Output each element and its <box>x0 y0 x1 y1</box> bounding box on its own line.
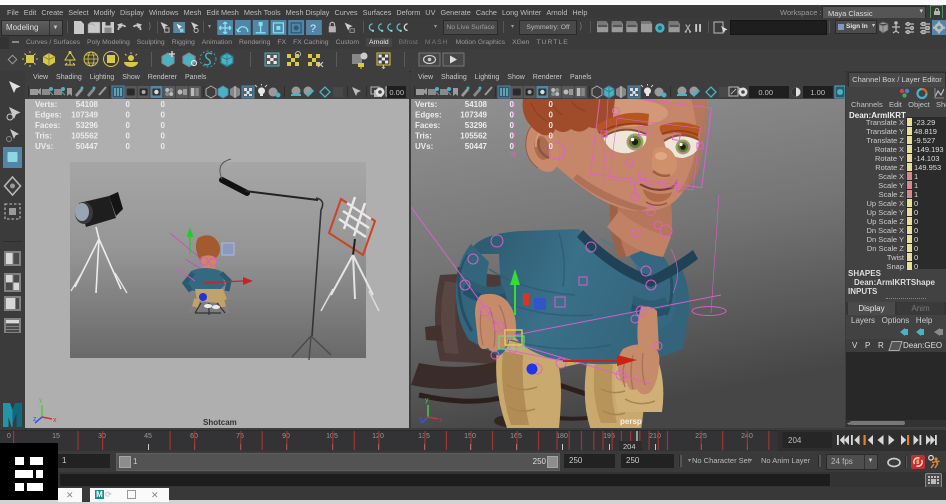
svg-text:107349: 107349 <box>460 111 487 120</box>
svg-text:0: 0 <box>161 121 166 130</box>
svg-text:x: x <box>53 417 57 424</box>
svg-text:0: 0 <box>126 121 131 130</box>
svg-text:Edges:: Edges: <box>415 111 442 120</box>
svg-text:1.00: 1.00 <box>810 88 825 97</box>
svg-text:90: 90 <box>282 433 290 440</box>
svg-text:180: 180 <box>556 433 568 440</box>
svg-text:50447: 50447 <box>465 142 488 151</box>
svg-text:135: 135 <box>418 433 430 440</box>
svg-text:0: 0 <box>510 132 515 141</box>
svg-text:0: 0 <box>510 142 515 151</box>
svg-text:0: 0 <box>549 100 554 109</box>
svg-text:54108: 54108 <box>76 100 99 109</box>
svg-text:z: z <box>33 416 37 423</box>
svg-text:Faces:: Faces: <box>415 121 440 130</box>
svg-text:?: ? <box>310 23 316 35</box>
svg-text:204: 204 <box>623 442 636 451</box>
svg-text:107349: 107349 <box>71 111 98 120</box>
svg-text:Faces:: Faces: <box>35 121 60 130</box>
svg-text:120: 120 <box>372 433 384 440</box>
svg-text:0: 0 <box>549 111 554 120</box>
svg-text:0: 0 <box>549 142 554 151</box>
svg-text:105562: 105562 <box>460 132 487 141</box>
svg-text:60: 60 <box>190 433 198 440</box>
svg-text:0: 0 <box>549 132 554 141</box>
svg-text:Verts:: Verts: <box>35 100 57 109</box>
svg-text:0: 0 <box>549 121 554 130</box>
svg-text:165: 165 <box>510 433 522 440</box>
svg-text:0: 0 <box>510 111 515 120</box>
svg-text:0: 0 <box>161 142 166 151</box>
svg-text:53296: 53296 <box>76 121 99 130</box>
svg-text:z: z <box>419 416 423 423</box>
svg-text:0.00: 0.00 <box>758 88 773 97</box>
svg-text:204: 204 <box>788 436 802 445</box>
svg-text:105562: 105562 <box>71 132 98 141</box>
svg-text:x: x <box>439 417 443 424</box>
svg-text:Shotcam: Shotcam <box>203 418 237 427</box>
svg-text:UVs:: UVs: <box>35 142 53 151</box>
svg-text:0.00: 0.00 <box>389 88 404 97</box>
svg-text:0: 0 <box>7 433 11 440</box>
svg-text:0: 0 <box>161 132 166 141</box>
svg-text:0: 0 <box>161 111 166 120</box>
svg-text:0: 0 <box>126 100 131 109</box>
svg-text:y: y <box>39 397 43 404</box>
svg-text:45: 45 <box>144 433 152 440</box>
svg-text:150: 150 <box>464 433 476 440</box>
svg-text:Tris:: Tris: <box>35 132 52 141</box>
svg-text:15: 15 <box>52 433 60 440</box>
svg-text:0: 0 <box>126 132 131 141</box>
svg-text:0: 0 <box>126 142 131 151</box>
svg-text:Edges:: Edges: <box>35 111 62 120</box>
svg-text:54108: 54108 <box>465 100 488 109</box>
svg-text:105: 105 <box>326 433 338 440</box>
svg-text:53296: 53296 <box>465 121 488 130</box>
svg-text:195: 195 <box>603 433 615 440</box>
svg-text:50447: 50447 <box>76 142 99 151</box>
svg-text:210: 210 <box>649 433 661 440</box>
svg-text:UVs:: UVs: <box>415 142 433 151</box>
svg-text:Tris:: Tris: <box>415 132 432 141</box>
svg-text:persp: persp <box>620 417 642 426</box>
svg-text:0: 0 <box>161 100 166 109</box>
svg-text:75: 75 <box>236 433 244 440</box>
svg-text:Verts:: Verts: <box>415 100 437 109</box>
svg-text:0: 0 <box>126 111 131 120</box>
svg-text:0: 0 <box>510 121 515 130</box>
svg-text:y: y <box>425 397 429 404</box>
svg-text:0: 0 <box>510 100 515 109</box>
